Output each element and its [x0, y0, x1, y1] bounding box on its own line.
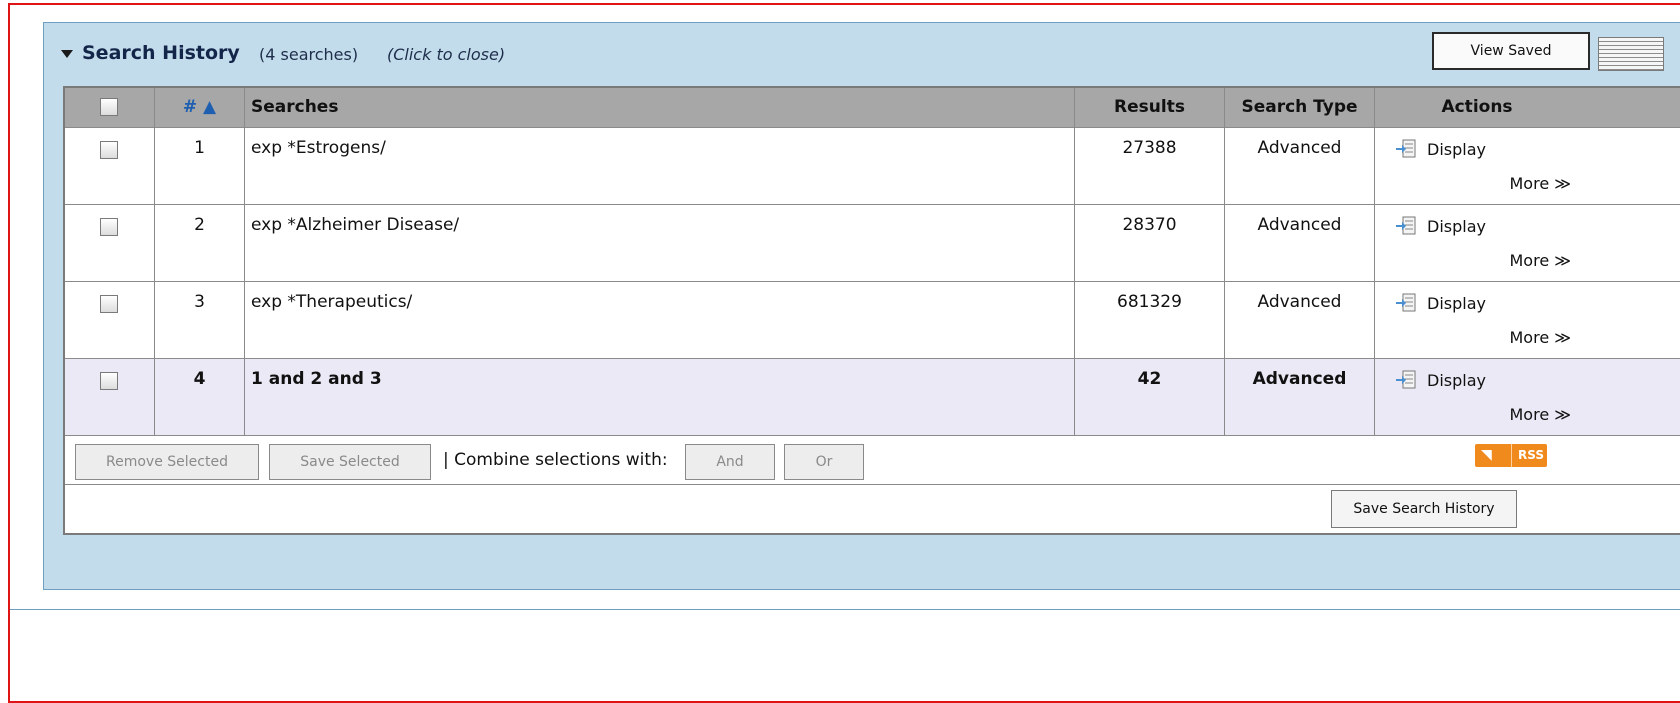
- combine-label: | Combine selections with:: [443, 450, 668, 470]
- row-results[interactable]: 27388: [1075, 128, 1225, 204]
- combine-and-button[interactable]: And: [685, 444, 775, 480]
- combine-or-button[interactable]: Or: [784, 444, 864, 480]
- display-icon[interactable]: [1395, 293, 1417, 313]
- layout-toggle-icon[interactable]: [1598, 37, 1664, 71]
- table-row: 1 exp *Estrogens/ 27388 Advanced Display…: [65, 128, 1680, 205]
- row-search-type: Advanced: [1225, 128, 1375, 204]
- search-history-table: # ▲ Searches Results Search Type Actions…: [63, 86, 1680, 535]
- row-actions: Display More ≫: [1375, 128, 1579, 204]
- row-actions: Display More ≫: [1375, 282, 1579, 358]
- row-checkbox[interactable]: [100, 141, 118, 159]
- column-header-actions: Actions: [1441, 97, 1513, 117]
- row-search-query: exp *Therapeutics/: [245, 282, 1075, 358]
- select-all-cell: [65, 88, 155, 127]
- more-link[interactable]: More ≫: [1510, 405, 1572, 424]
- row-search-type: Advanced: [1225, 282, 1375, 358]
- display-link[interactable]: Display: [1427, 217, 1486, 236]
- save-selected-button[interactable]: Save Selected: [269, 444, 431, 480]
- row-check-cell: [65, 282, 155, 358]
- rss-label: RSS: [1511, 444, 1544, 467]
- table-row: 3 exp *Therapeutics/ 681329 Advanced Dis…: [65, 282, 1680, 359]
- row-checkbox[interactable]: [100, 218, 118, 236]
- table-row: 2 exp *Alzheimer Disease/ 28370 Advanced…: [65, 205, 1680, 282]
- search-count: (4 searches): [259, 45, 359, 64]
- row-search-query: 1 and 2 and 3: [245, 359, 1075, 435]
- collapse-arrow-icon[interactable]: [61, 50, 73, 58]
- row-number: 1: [155, 128, 245, 204]
- row-results[interactable]: 28370: [1075, 205, 1225, 281]
- display-link[interactable]: Display: [1427, 371, 1486, 390]
- search-history-panel: Search History (4 searches) (Click to cl…: [43, 22, 1680, 590]
- view-saved-button[interactable]: View Saved: [1432, 32, 1590, 70]
- selection-action-bar: Remove Selected Save Selected | Combine …: [65, 436, 1680, 485]
- rss-icon: ◥: [1481, 447, 1492, 463]
- row-results[interactable]: 42: [1075, 359, 1225, 435]
- rss-button[interactable]: ◥ RSS: [1475, 444, 1547, 467]
- row-results[interactable]: 681329: [1075, 282, 1225, 358]
- row-actions: Display More ≫: [1375, 359, 1579, 435]
- row-check-cell: [65, 205, 155, 281]
- display-icon[interactable]: [1395, 139, 1417, 159]
- row-checkbox[interactable]: [100, 295, 118, 313]
- row-check-cell: [65, 128, 155, 204]
- close-hint[interactable]: (Click to close): [387, 45, 505, 64]
- row-search-query: exp *Alzheimer Disease/: [245, 205, 1075, 281]
- divider: [10, 609, 1680, 610]
- row-search-type: Advanced: [1225, 205, 1375, 281]
- save-search-history-button[interactable]: Save Search History: [1331, 490, 1517, 528]
- display-link[interactable]: Display: [1427, 294, 1486, 313]
- column-header-searches: Searches: [245, 88, 1075, 127]
- more-link[interactable]: More ≫: [1510, 174, 1572, 193]
- remove-selected-button[interactable]: Remove Selected: [75, 444, 259, 480]
- row-number: 2: [155, 205, 245, 281]
- row-search-query: exp *Estrogens/: [245, 128, 1075, 204]
- more-link[interactable]: More ≫: [1510, 251, 1572, 270]
- row-checkbox[interactable]: [100, 372, 118, 390]
- table-row: 4 1 and 2 and 3 42 Advanced Display More…: [65, 359, 1680, 436]
- table-header-row: # ▲ Searches Results Search Type Actions: [65, 88, 1680, 128]
- row-number: 4: [155, 359, 245, 435]
- row-number: 3: [155, 282, 245, 358]
- row-actions: Display More ≫: [1375, 205, 1579, 281]
- panel-header[interactable]: Search History (4 searches) (Click to cl…: [44, 23, 1680, 87]
- table-footer: Save Search History: [65, 485, 1680, 533]
- panel-title[interactable]: Search History: [82, 42, 240, 64]
- display-icon[interactable]: [1395, 370, 1417, 390]
- column-header-search-type: Search Type: [1225, 88, 1375, 127]
- column-header-results: Results: [1075, 88, 1225, 127]
- display-link[interactable]: Display: [1427, 140, 1486, 159]
- more-link[interactable]: More ≫: [1510, 328, 1572, 347]
- row-search-type: Advanced: [1225, 359, 1375, 435]
- column-header-number[interactable]: # ▲: [155, 88, 245, 127]
- row-check-cell: [65, 359, 155, 435]
- select-all-checkbox[interactable]: [100, 98, 118, 116]
- display-icon[interactable]: [1395, 216, 1417, 236]
